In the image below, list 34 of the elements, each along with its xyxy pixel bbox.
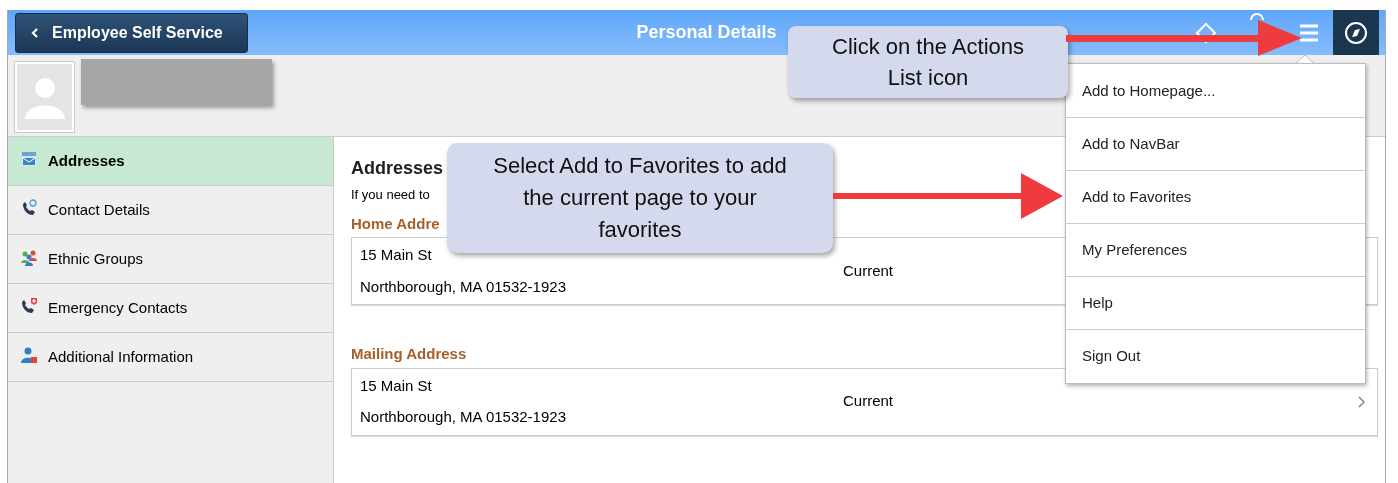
address-line: Northborough, MA 01532-1923: [360, 407, 567, 427]
address-line: Northborough, MA 01532-1923: [360, 276, 567, 297]
menu-item[interactable]: Add to NavBar: [1066, 118, 1365, 171]
menu-item[interactable]: My Preferences: [1066, 224, 1365, 277]
sidebar-item[interactable]: Emergency Contacts: [8, 284, 333, 333]
sidebar-item[interactable]: Contact Details: [8, 186, 333, 235]
navigator-button[interactable]: [1333, 10, 1379, 55]
sidebar-item[interactable]: Additional Information: [8, 333, 333, 382]
person-icon: [20, 346, 38, 364]
status-text: Current: [843, 260, 895, 281]
menu-item[interactable]: Add to Favorites: [1066, 171, 1365, 224]
status-text: Current: [843, 391, 895, 412]
menu-icon[interactable]: [1299, 22, 1319, 43]
sidebar-item[interactable]: Addresses: [8, 137, 333, 186]
phone-icon: [20, 199, 38, 217]
menu-item[interactable]: Help: [1066, 277, 1365, 330]
address-type-label: Home Addre: [351, 213, 440, 234]
address-type-label: Mailing Address: [351, 344, 467, 364]
compass-icon: [1344, 20, 1368, 45]
mail-icon: [20, 150, 38, 168]
sidebar-item[interactable]: Ethnic Groups: [8, 235, 333, 284]
back-button[interactable]: Employee Self Service: [15, 12, 248, 53]
address-line: 15 Main St: [360, 245, 433, 265]
callout-tooltip: Select Add to Favorites to add the current page to your favorites: [447, 143, 833, 253]
section-heading: Addresses: [351, 157, 444, 179]
page-title: Personal Details: [636, 21, 777, 44]
chevron-right-icon: [1357, 395, 1365, 408]
phone-icon: [20, 297, 38, 315]
chevron-left-icon: [30, 27, 40, 38]
callout-tooltip: Click on the Actions List icon: [788, 26, 1068, 98]
intro-text: If you need to: [351, 186, 430, 204]
people-icon: [20, 248, 38, 266]
address-line: 15 Main St: [360, 375, 433, 396]
avatar-icon: [15, 62, 74, 132]
